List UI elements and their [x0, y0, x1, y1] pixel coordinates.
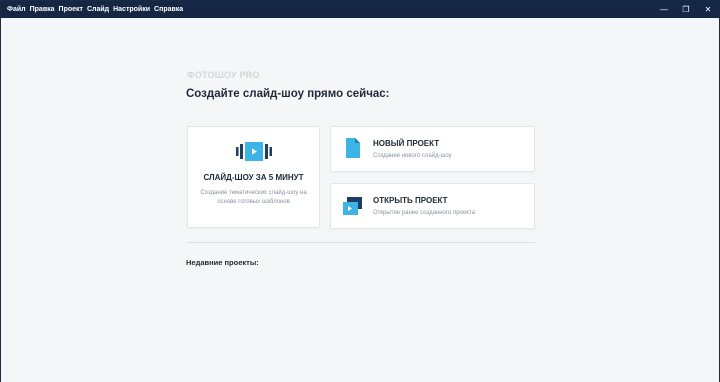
open-project-card[interactable]: ОТКРЫТЬ ПРОЕКТ Открытие ранее созданного…: [330, 183, 535, 229]
close-icon: ✕: [704, 5, 712, 14]
document-icon: [346, 138, 360, 158]
title-bar: Файл Правка Проект Слайд Настройки Справ…: [1, 1, 719, 18]
maximize-button[interactable]: ❐: [675, 1, 697, 18]
minimize-icon: —: [660, 5, 668, 14]
menu-slide[interactable]: Слайд: [85, 1, 111, 18]
open-project-title: ОТКРЫТЬ ПРОЕКТ: [373, 196, 448, 205]
quick-slideshow-card[interactable]: СЛАЙД-ШОУ ЗА 5 МИНУТ Создание тематическ…: [187, 126, 320, 228]
start-screen: ФОТОШОУ PRO Создайте слайд-шоу прямо сей…: [1, 18, 719, 382]
app-window: Файл Правка Проект Слайд Настройки Справ…: [0, 0, 720, 382]
menu-edit[interactable]: Правка: [28, 1, 57, 18]
section-divider: [187, 242, 535, 243]
filmstrip-play-icon: [236, 142, 272, 161]
recent-projects-heading: Недавние проекты:: [186, 258, 259, 267]
new-project-subtitle: Создание нового слайд-шоу: [373, 153, 452, 159]
open-project-subtitle: Открытие ранее созданного проекта: [373, 210, 475, 216]
open-folder-icon: [343, 197, 362, 215]
quick-slideshow-title: СЛАЙД-ШОУ ЗА 5 МИНУТ: [203, 173, 304, 182]
menu-help[interactable]: Справка: [152, 1, 185, 18]
menu-bar: Файл Правка Проект Слайд Настройки Справ…: [1, 1, 185, 18]
menu-file[interactable]: Файл: [5, 1, 28, 18]
window-controls: — ❐ ✕: [653, 1, 719, 18]
new-project-card[interactable]: НОВЫЙ ПРОЕКТ Создание нового слайд-шоу: [330, 126, 535, 172]
new-project-title: НОВЫЙ ПРОЕКТ: [373, 139, 440, 148]
app-logo: ФОТОШОУ PRO: [187, 70, 260, 80]
close-button[interactable]: ✕: [697, 1, 719, 18]
menu-settings[interactable]: Настройки: [111, 1, 152, 18]
minimize-button[interactable]: —: [653, 1, 675, 18]
quick-slideshow-subtitle: Создание тематических слайд-шоу на основ…: [200, 190, 307, 205]
page-title: Создайте слайд-шоу прямо сейчас:: [186, 88, 390, 100]
menu-project[interactable]: Проект: [57, 1, 85, 18]
maximize-icon: ❐: [682, 5, 690, 14]
